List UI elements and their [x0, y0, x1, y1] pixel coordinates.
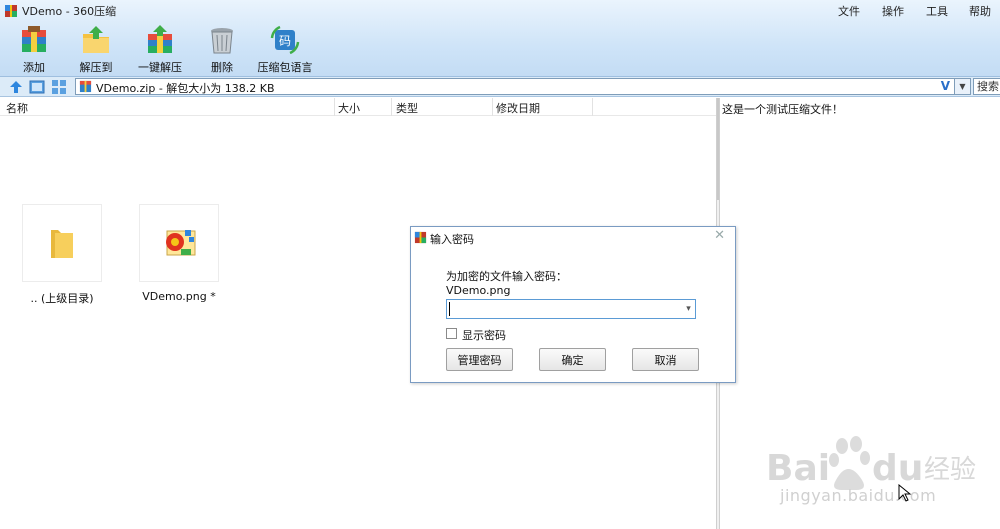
chevron-down-icon[interactable]: ▾ [682, 300, 695, 318]
file-list-header: 名称 大小 类型 修改日期 [0, 98, 716, 116]
add-label: 添加 [23, 61, 45, 74]
ok-button[interactable]: 确定 [539, 348, 606, 371]
file-item-vdemo-png[interactable]: VDemo.png * [139, 204, 219, 303]
password-dialog: 输入密码 ✕ 为加密的文件输入密码： VDemo.png ▾ 显示密码 管理密码… [410, 226, 736, 383]
password-input[interactable] [446, 299, 696, 319]
address-path-text: VDemo.zip - 解包大小为 138.2 KB [96, 82, 275, 95]
menu-help[interactable]: 帮助 [969, 3, 991, 19]
address-path-field[interactable]: VDemo.zip - 解包大小为 138.2 KB V [75, 78, 955, 95]
dialog-title-bar[interactable]: 输入密码 ✕ [411, 227, 735, 247]
file-item-parent-dir[interactable]: .. (上级目录) [22, 204, 102, 306]
archive-comment: 这是一个测试压缩文件！ [722, 103, 843, 116]
view-details-icon[interactable] [29, 79, 45, 95]
quick-extract-label: 一键解压 [138, 61, 182, 74]
column-separator[interactable] [492, 98, 493, 116]
address-dropdown-button[interactable]: ▼ [955, 78, 971, 95]
v-badge[interactable]: V [941, 79, 950, 93]
svg-text:du: du [872, 448, 923, 489]
column-separator[interactable] [391, 98, 392, 116]
file-name: .. (上级目录) [30, 292, 94, 305]
folder-icon [51, 230, 73, 258]
address-bar-row: VDemo.zip - 解包大小为 138.2 KB V ▼ 搜索 [0, 77, 1000, 97]
search-input[interactable]: 搜索 [973, 78, 1000, 95]
dialog-prompt: 为加密的文件输入密码： [446, 270, 567, 283]
column-separator[interactable] [592, 98, 593, 116]
zip-file-icon [79, 80, 92, 93]
delete-label: 删除 [211, 61, 233, 74]
file-name: VDemo.png * [142, 290, 216, 303]
png-image-icon [166, 230, 196, 256]
mouse-cursor-icon [898, 484, 912, 502]
extract-to-button[interactable]: 解压到 [64, 24, 128, 74]
svg-text:经验: 经验 [924, 455, 976, 485]
column-name[interactable]: 名称 [6, 100, 28, 116]
menu-operate[interactable]: 操作 [882, 3, 904, 19]
window-title: VDemo - 360压缩 [22, 5, 117, 18]
delete-button[interactable]: 删除 [190, 24, 254, 74]
show-password-checkbox[interactable] [446, 328, 457, 339]
column-modified[interactable]: 修改日期 [496, 100, 540, 116]
watermark-url: jingyan.baidu.com [780, 486, 937, 505]
column-separator[interactable] [334, 98, 335, 116]
close-icon[interactable]: ✕ [714, 228, 725, 243]
show-password-label[interactable]: 显示密码 [462, 327, 506, 343]
file-thumbnail [139, 204, 219, 282]
text-caret [449, 302, 450, 316]
add-button[interactable]: 添加 [2, 24, 66, 74]
column-type[interactable]: 类型 [396, 100, 418, 116]
dialog-title: 输入密码 [430, 233, 474, 246]
splitter-grip[interactable] [717, 98, 719, 200]
svg-text:Bai: Bai [766, 448, 830, 489]
app-logo-icon [414, 231, 427, 244]
add-archive-icon [22, 26, 46, 52]
manage-password-button[interactable]: 管理密码 [446, 348, 513, 371]
quick-extract-icon [148, 25, 172, 53]
up-arrow-icon[interactable] [8, 79, 24, 95]
dialog-filename: VDemo.png [446, 284, 511, 297]
app-logo-icon [5, 5, 17, 17]
view-thumbnails-icon[interactable] [51, 79, 67, 95]
menu-tools[interactable]: 工具 [926, 3, 948, 19]
title-toolbar-band: VDemo - 360压缩 文件 操作 工具 帮助 添加 解压到 一键解压 删除… [0, 0, 1000, 77]
svg-text:码: 码 [279, 34, 291, 48]
file-thumbnail [22, 204, 102, 282]
archive-language-button[interactable]: 码 压缩包语言 [253, 24, 317, 74]
extract-to-label: 解压到 [79, 61, 113, 74]
archive-language-icon: 码 [270, 25, 300, 55]
column-size[interactable]: 大小 [338, 100, 360, 116]
extract-to-icon [83, 26, 109, 53]
menu-file[interactable]: 文件 [838, 3, 860, 19]
quick-extract-button[interactable]: 一键解压 [128, 24, 192, 74]
archive-language-label: 压缩包语言 [257, 61, 313, 74]
cancel-button[interactable]: 取消 [632, 348, 699, 371]
delete-trash-icon [211, 28, 233, 54]
search-placeholder: 搜索 [977, 80, 999, 93]
